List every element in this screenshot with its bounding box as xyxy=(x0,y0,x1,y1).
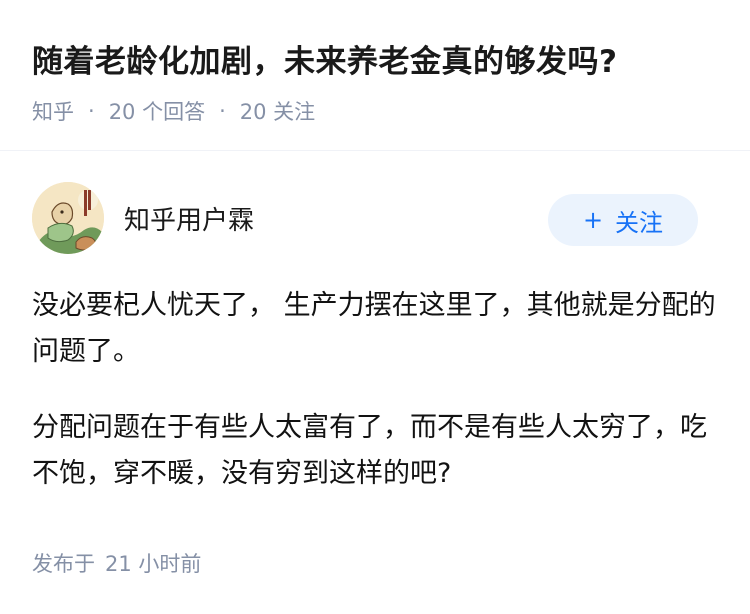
answer-count[interactable]: 20 个回答 xyxy=(109,96,205,126)
meta-separator: · xyxy=(219,99,226,123)
follow-button-label: 关注 xyxy=(615,208,664,237)
avatar[interactable] xyxy=(32,182,104,254)
question-meta: 知乎 · 20 个回答 · 20 关注 xyxy=(32,96,315,126)
source-label[interactable]: 知乎 xyxy=(32,96,74,126)
answer-content: 没必要杞人忧天了， 生产力摆在这里了，其他就是分配的问题了。 分配问题在于有些人… xyxy=(32,283,718,527)
publish-time: 发布于 21 小时前 xyxy=(32,548,201,578)
avatar-illustration-icon xyxy=(32,182,104,254)
follow-count[interactable]: 20 关注 xyxy=(240,96,315,126)
answer-paragraph: 没必要杞人忧天了， 生产力摆在这里了，其他就是分配的问题了。 xyxy=(32,290,716,367)
answer-paragraph: 分配问题在于有些人太富有了，而不是有些人太穷了，吃不饱，穿不暖，没有穷到这样的吧… xyxy=(32,412,707,489)
divider xyxy=(0,150,750,151)
author-name[interactable]: 知乎用户霖 xyxy=(124,200,254,237)
meta-separator: · xyxy=(88,99,95,123)
question-title[interactable]: 随着老龄化加剧，未来养老金真的够发吗? xyxy=(32,36,617,81)
publish-prefix: 发布于 xyxy=(32,552,95,576)
question-header: 随着老龄化加剧，未来养老金真的够发吗? 知乎 · 20 个回答 · 20 关注 xyxy=(0,0,750,150)
answer-author: 知乎用户霖 + 关注 xyxy=(32,182,718,258)
plus-icon: + xyxy=(582,206,604,234)
follow-button[interactable]: + 关注 xyxy=(548,194,698,246)
publish-time-value: 21 小时前 xyxy=(105,552,202,576)
